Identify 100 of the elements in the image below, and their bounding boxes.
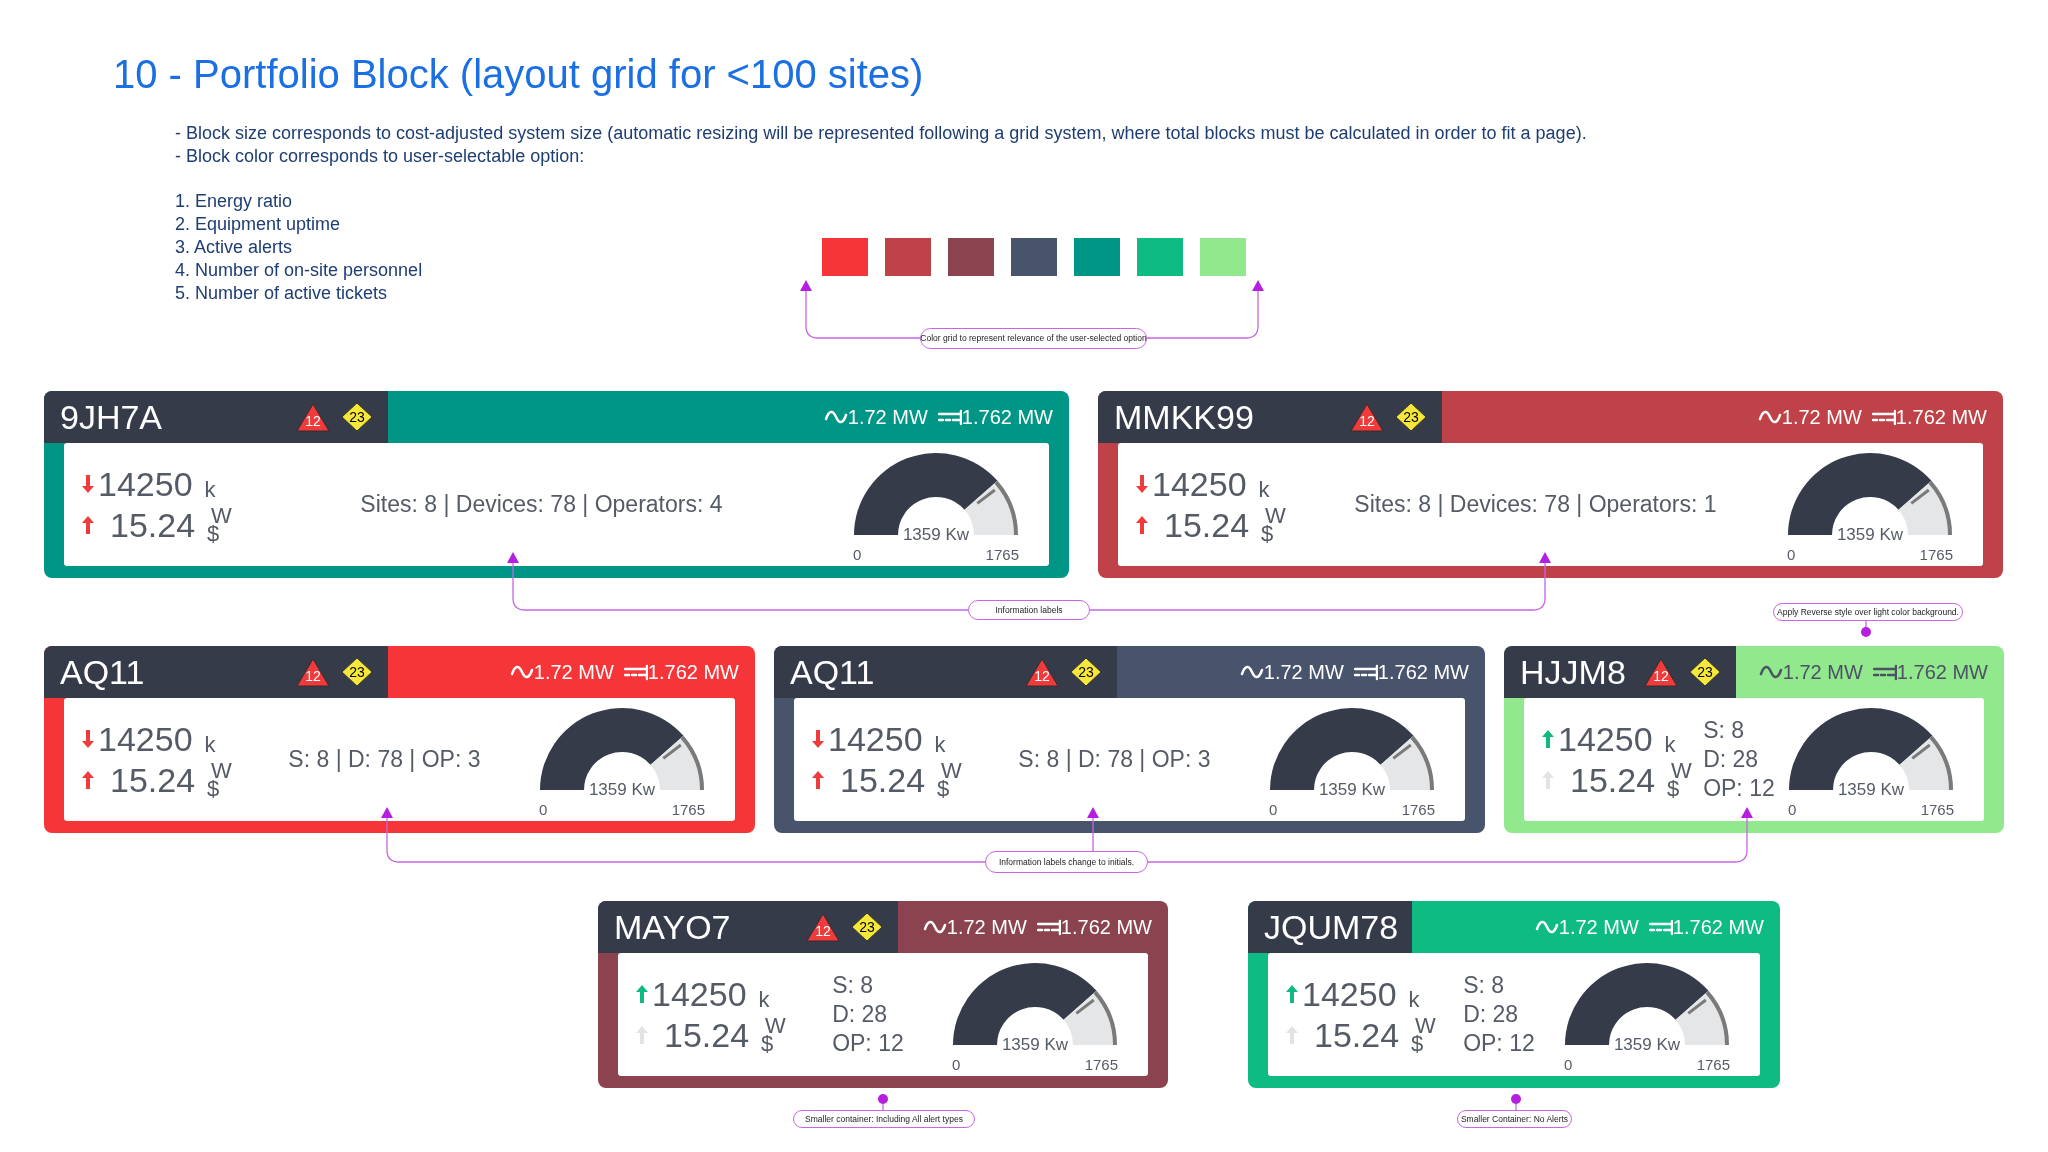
leader-line: [1861, 620, 1871, 637]
site-id: AQ11: [60, 655, 145, 689]
power-reading: 1.762 MW: [961, 407, 1053, 427]
energy-value: 14250: [1152, 466, 1247, 501]
power-reading: 1.72 MW: [1263, 662, 1344, 682]
option-text: 3. Active alerts: [175, 236, 293, 259]
unit-label: $: [1261, 524, 1274, 543]
scale-label: 0: [952, 1057, 961, 1072]
direct-current-icon: [937, 407, 962, 427]
annotation-label: Information labels change to initials.: [985, 851, 1148, 873]
scale-label: 0: [1788, 802, 1797, 817]
unit-label: W: [211, 506, 232, 525]
unit-label: k: [1664, 733, 1676, 756]
unit-label: k: [204, 478, 216, 501]
option-text: 4. Number of on-site personnel: [175, 259, 423, 282]
cost-value: 15.24: [110, 762, 196, 797]
gauge-reading: 1359 Kw: [1001, 1036, 1069, 1053]
energy-value: 14250: [1558, 721, 1653, 756]
scale-label: 0: [1269, 802, 1278, 817]
annotation-label: Apply Reverse style over light color background.: [1773, 603, 1963, 621]
direct-current-icon: [1353, 662, 1378, 682]
scale-label: 0: [539, 802, 548, 817]
unit-label: $: [1411, 1034, 1424, 1053]
cost-value: 15.24: [664, 1017, 750, 1052]
alert-badge: 23: [340, 657, 374, 687]
stats-text: OP: 12: [832, 1029, 904, 1058]
power-reading: 1.762 MW: [1060, 917, 1152, 937]
power-reading: 1.762 MW: [647, 662, 739, 682]
direct-current-icon: [623, 662, 648, 682]
option-text: 1. Energy ratio: [175, 190, 293, 213]
stats-text: S: 8 | D: 78 | OP: 3: [288, 745, 481, 774]
stats-text: S: 8: [1463, 971, 1506, 1000]
gauge-reading: 1359 Kw: [1613, 1036, 1681, 1053]
unit-label: k: [1408, 988, 1420, 1011]
annotation-label: Smaller Container: No Alerts: [1457, 1110, 1572, 1128]
direct-current-icon: [1036, 917, 1061, 937]
scale-label: 0: [1787, 547, 1796, 562]
gauge-reading: 1359 Kw: [1837, 781, 1905, 798]
stats-text: Sites: 8 | Devices: 78 | Operators: 4: [360, 490, 723, 519]
direct-current-icon: [1872, 662, 1897, 682]
note-text: - Block color corresponds to user-selectable option:: [175, 145, 586, 168]
scale-label: 0: [1564, 1057, 1573, 1072]
scale-label: 1765: [671, 802, 705, 817]
power-reading: 1.762 MW: [1377, 662, 1469, 682]
unit-label: W: [941, 761, 962, 780]
option-text: 2. Equipment uptime: [175, 213, 341, 236]
power-reading: 1.72 MW: [533, 662, 614, 682]
gauge-reading: 1359 Kw: [1318, 781, 1386, 798]
scale-label: 1765: [985, 547, 1019, 562]
unit-label: k: [204, 733, 216, 756]
cost-value: 15.24: [1164, 507, 1250, 542]
unit-label: $: [207, 779, 220, 798]
warning-badge: 12: [1350, 402, 1384, 432]
unit-label: $: [1667, 779, 1680, 798]
power-reading: 1.72 MW: [1781, 407, 1862, 427]
energy-value: 14250: [828, 721, 923, 756]
scale-label: 1765: [1401, 802, 1435, 817]
power-reading: 1.72 MW: [946, 917, 1027, 937]
stats-text: S: 8: [1703, 716, 1746, 745]
scale-label: 1765: [1919, 547, 1953, 562]
annotation-label: Smaller container: Including All alert types: [793, 1110, 975, 1128]
warning-badge: 12: [1644, 657, 1678, 687]
warning-badge: 12: [296, 402, 330, 432]
leader-line: [1511, 1094, 1521, 1112]
cost-value: 15.24: [110, 507, 196, 542]
warning-badge: 12: [806, 912, 840, 942]
alert-badge: 23: [1394, 402, 1428, 432]
direct-current-icon: [1871, 407, 1896, 427]
unit-label: $: [761, 1034, 774, 1053]
scale-label: 1765: [1920, 802, 1954, 817]
energy-value: 14250: [1302, 976, 1397, 1011]
stats-text: D: 28: [832, 1000, 889, 1029]
energy-value: 14250: [98, 721, 193, 756]
power-reading: 1.72 MW: [847, 407, 928, 427]
annotation-label: Color grid to represent relevance of the user-selected option: [920, 328, 1147, 349]
unit-label: W: [1415, 1016, 1436, 1035]
stats-text: Sites: 8 | Devices: 78 | Operators: 1: [1354, 490, 1717, 519]
unit-label: $: [207, 524, 220, 543]
note-text: - Block size corresponds to cost-adjusted system size (automatic resizing will be represented following a grid system, where total blocks must be calculated in order to fit a page).: [175, 122, 1587, 145]
stats-text: OP: 12: [1703, 774, 1775, 803]
stats-text: OP: 12: [1463, 1029, 1535, 1058]
stats-text: D: 28: [1463, 1000, 1520, 1029]
gauge-reading: 1359 Kw: [902, 526, 970, 543]
leader-line: [878, 1094, 888, 1112]
alert-badge: 23: [340, 402, 374, 432]
cost-value: 15.24: [1314, 1017, 1400, 1052]
annotation-label: Information labels: [968, 600, 1090, 620]
stats-text: S: 8: [832, 971, 875, 1000]
warning-badge: 12: [1025, 657, 1059, 687]
site-id: JQUM78: [1264, 910, 1399, 944]
site-id: HJJM8: [1520, 655, 1626, 689]
power-reading: 1.72 MW: [1782, 662, 1863, 682]
power-reading: 1.72 MW: [1558, 917, 1639, 937]
cost-value: 15.24: [1570, 762, 1656, 797]
unit-label: W: [211, 761, 232, 780]
alert-badge: 23: [1688, 657, 1722, 687]
power-reading: 1.762 MW: [1896, 662, 1988, 682]
power-reading: 1.762 MW: [1672, 917, 1764, 937]
unit-label: W: [1671, 761, 1692, 780]
alert-badge: 23: [1069, 657, 1103, 687]
